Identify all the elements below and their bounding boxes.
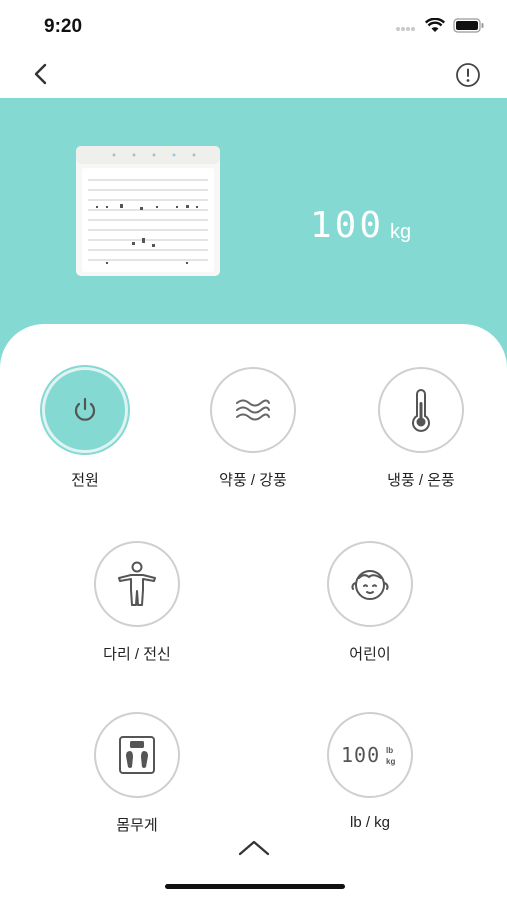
- child-button[interactable]: [327, 541, 413, 627]
- home-indicator[interactable]: [165, 884, 345, 889]
- unit-label: lb / kg: [349, 814, 391, 831]
- unit-control[interactable]: 100 lb kg lb / kg: [290, 712, 450, 831]
- weigh-label: 몸무게: [116, 817, 158, 834]
- thermometer-icon: [412, 389, 430, 432]
- weight-value: 100: [310, 205, 385, 246]
- info-button[interactable]: [455, 62, 481, 88]
- weigh-control[interactable]: 몸무게: [57, 712, 217, 835]
- unit-icon-kg: kg: [386, 757, 395, 766]
- alert-circle-icon: [456, 63, 480, 87]
- body-control[interactable]: 다리 / 전신: [57, 541, 217, 664]
- status-time: 9:20: [44, 16, 83, 37]
- body-button[interactable]: [94, 541, 180, 627]
- child-label: 어린이: [349, 646, 391, 663]
- weight-readout: 100 kg: [310, 208, 411, 244]
- power-label: 전원: [71, 472, 99, 489]
- status-bar: 9:20: [0, 0, 507, 52]
- unit-display-icon: 100 lb kg: [341, 743, 395, 767]
- weigh-button[interactable]: [94, 712, 180, 798]
- body-figure-icon: [118, 561, 156, 606]
- power-button[interactable]: [42, 367, 128, 453]
- body-label: 다리 / 전신: [103, 646, 171, 663]
- collapse-button[interactable]: [236, 836, 272, 860]
- wind-button[interactable]: [210, 367, 296, 453]
- unit-button[interactable]: 100 lb kg: [327, 712, 413, 798]
- weight-unit: kg: [390, 221, 412, 243]
- wifi-icon: [424, 17, 446, 38]
- wind-waves-icon: [236, 399, 270, 421]
- child-face-icon: [351, 570, 389, 600]
- power-control[interactable]: 전원: [5, 367, 165, 490]
- chevron-left-icon: [34, 63, 47, 85]
- chevron-up-icon: [238, 840, 270, 856]
- scale-icon: [119, 736, 155, 774]
- battery-icon: [453, 18, 485, 38]
- child-control[interactable]: 어린이: [290, 541, 450, 664]
- unit-icon-lb: lb: [386, 746, 393, 755]
- temp-label: 냉풍 / 온풍: [387, 472, 455, 489]
- back-button[interactable]: [28, 60, 56, 88]
- nav-bar: [0, 52, 507, 98]
- signal-dots-icon: [395, 19, 417, 37]
- wind-label: 약풍 / 강풍: [219, 472, 287, 489]
- unit-icon-digits: 100: [341, 743, 380, 767]
- wind-control[interactable]: 약풍 / 강풍: [173, 367, 333, 490]
- device-image: [76, 146, 220, 276]
- power-icon: [74, 397, 96, 421]
- temp-button[interactable]: [378, 367, 464, 453]
- temp-control[interactable]: 냉풍 / 온풍: [341, 367, 501, 490]
- status-icons: [395, 17, 485, 38]
